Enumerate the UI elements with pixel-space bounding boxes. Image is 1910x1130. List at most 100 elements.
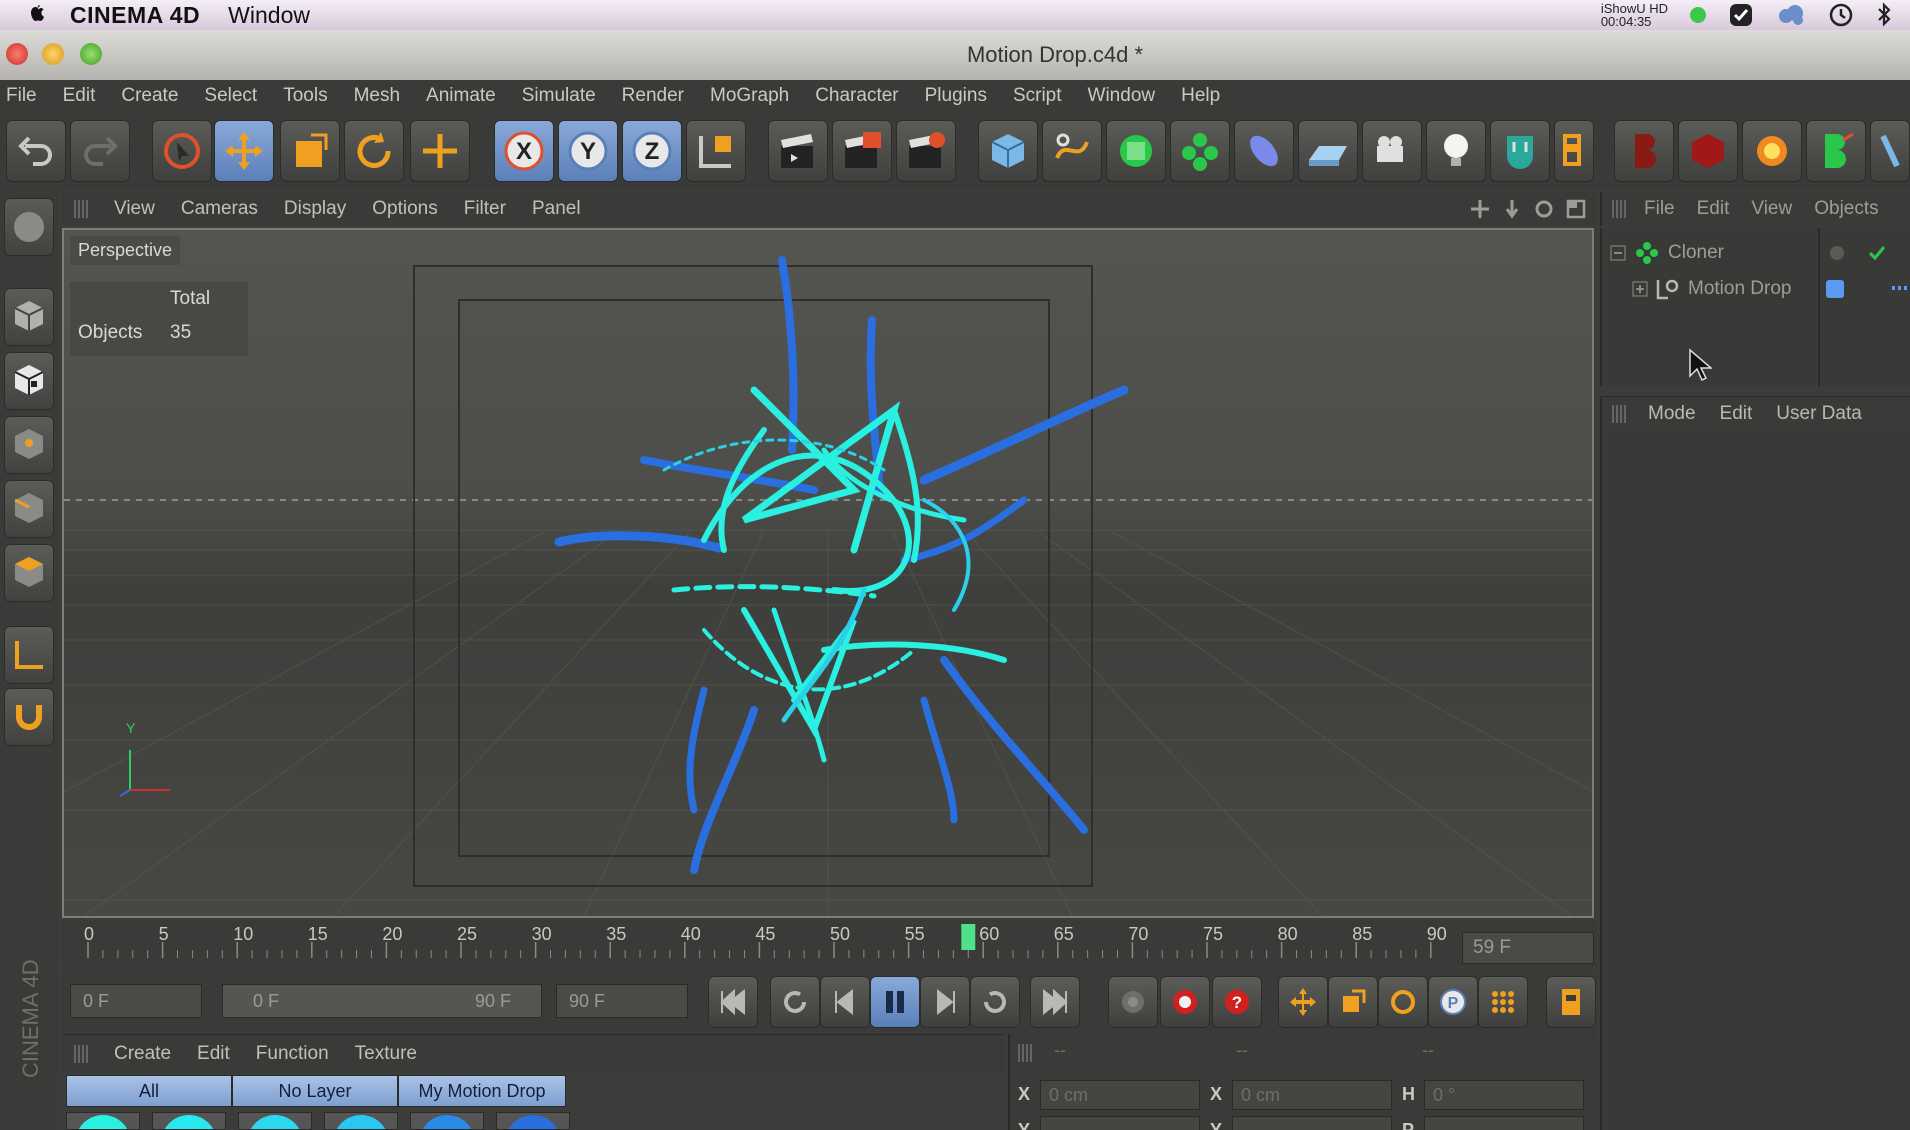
position-key-button[interactable]: [1278, 976, 1328, 1028]
coord-rot-h-field[interactable]: 0 °: [1424, 1080, 1584, 1110]
menu-simulate[interactable]: Simulate: [522, 85, 596, 107]
material-menu-texture[interactable]: Texture: [355, 1043, 417, 1065]
z-axis-lock-button[interactable]: Z: [622, 120, 682, 182]
om-menu-objects[interactable]: Objects: [1814, 198, 1878, 220]
menu-select[interactable]: Select: [204, 85, 257, 107]
menu-file[interactable]: File: [6, 85, 37, 107]
evernote-icon[interactable]: [1728, 2, 1754, 28]
next-frame-button[interactable]: [920, 976, 970, 1028]
menu-plugins[interactable]: Plugins: [925, 85, 987, 107]
time-machine-icon[interactable]: [1828, 2, 1854, 28]
om-menu-edit[interactable]: Edit: [1697, 198, 1730, 220]
material-menu-edit[interactable]: Edit: [197, 1043, 230, 1065]
go-to-start-button[interactable]: [708, 976, 758, 1028]
generator-button[interactable]: [1106, 120, 1166, 182]
x-axis-lock-button[interactable]: X: [494, 120, 554, 182]
viewport-menu-view[interactable]: View: [114, 198, 155, 220]
timeline-playhead[interactable]: [961, 924, 976, 950]
frame-range-slider[interactable]: 0 F 90 F: [222, 984, 542, 1018]
prev-key-button[interactable]: [770, 976, 820, 1028]
plugin-explosion-button[interactable]: [1742, 120, 1802, 182]
layer-tab-all[interactable]: All: [66, 1075, 232, 1107]
material-swatch[interactable]: [410, 1112, 484, 1130]
visibility-dot-icon[interactable]: [1830, 246, 1844, 260]
current-frame-field[interactable]: 59 F: [1462, 932, 1594, 964]
om-menu-file[interactable]: File: [1644, 198, 1675, 220]
viewport-menu-filter[interactable]: Filter: [464, 198, 506, 220]
floor-object-button[interactable]: [1298, 120, 1358, 182]
plugin-cube-button[interactable]: [1678, 120, 1738, 182]
viewport-menu-panel[interactable]: Panel: [532, 198, 581, 220]
coord-pos-y-field[interactable]: [1040, 1116, 1200, 1130]
material-swatch[interactable]: [238, 1112, 312, 1130]
snap-button[interactable]: [4, 688, 54, 746]
attribute-grip-icon[interactable]: [1612, 404, 1626, 423]
material-grip-icon[interactable]: [74, 1044, 88, 1063]
bluetooth-icon[interactable]: [1876, 2, 1892, 28]
layer-color-swatch[interactable]: [1826, 280, 1844, 298]
object-row-cloner[interactable]: Cloner: [1602, 236, 1910, 270]
cube-object-button[interactable]: [978, 120, 1038, 182]
enabled-check-icon[interactable]: [1868, 244, 1886, 262]
viewport-menu-display[interactable]: Display: [284, 198, 346, 220]
tag-button[interactable]: [1554, 120, 1594, 182]
point-mode-button[interactable]: [4, 416, 54, 474]
scale-key-button[interactable]: [1328, 976, 1378, 1028]
camera-button[interactable]: [1362, 120, 1422, 182]
mograph-cloner-button[interactable]: [1170, 120, 1230, 182]
coord-pos-x-field[interactable]: 0 cm: [1040, 1080, 1200, 1110]
material-menu-function[interactable]: Function: [256, 1043, 329, 1065]
viewport-grip-icon[interactable]: [74, 200, 88, 218]
status-dot-icon[interactable]: [1690, 7, 1706, 23]
menu-edit[interactable]: Edit: [63, 85, 96, 107]
viewport-pan-icon[interactable]: [1469, 198, 1491, 220]
coordinate-system-button[interactable]: [686, 120, 746, 182]
object-mode-button[interactable]: [4, 288, 54, 346]
sky-object-button[interactable]: [1490, 120, 1550, 182]
material-swatch[interactable]: [66, 1112, 140, 1130]
end-frame-field[interactable]: 90 F: [556, 984, 688, 1018]
axis-mode-button[interactable]: [4, 626, 54, 684]
redo-button[interactable]: [70, 120, 130, 182]
om-menu-view[interactable]: View: [1751, 198, 1792, 220]
menu-animate[interactable]: Animate: [426, 85, 496, 107]
point-level-key-button[interactable]: [1478, 976, 1528, 1028]
cloud-sync-icon[interactable]: [1776, 2, 1806, 28]
render-settings-button[interactable]: [896, 120, 956, 182]
polygon-mode-button[interactable]: [4, 544, 54, 602]
next-key-button[interactable]: [970, 976, 1020, 1028]
light-button[interactable]: [1426, 120, 1486, 182]
texture-mode-button[interactable]: [4, 352, 54, 410]
material-swatch[interactable]: [152, 1112, 226, 1130]
plugin-b-button[interactable]: [1614, 120, 1674, 182]
viewport-zoom-icon[interactable]: [1501, 198, 1523, 220]
pause-button[interactable]: [870, 976, 920, 1028]
deformer-button[interactable]: [1234, 120, 1294, 182]
object-manager-grip-icon[interactable]: [1612, 200, 1626, 218]
rotate-tool-button[interactable]: [344, 120, 404, 182]
timeline-layout-button[interactable]: [1546, 976, 1596, 1028]
undo-button[interactable]: [6, 120, 66, 182]
parameter-key-button[interactable]: P: [1428, 976, 1478, 1028]
layer-tab-my-motion-drop[interactable]: My Motion Drop: [398, 1075, 566, 1107]
plugin-more-button[interactable]: [1870, 120, 1910, 182]
scale-tool-button[interactable]: [280, 120, 340, 182]
menu-create[interactable]: Create: [121, 85, 178, 107]
viewport-menu-options[interactable]: Options: [372, 198, 437, 220]
viewport-maximize-icon[interactable]: [1565, 198, 1587, 220]
coord-rot-p-field[interactable]: [1424, 1116, 1584, 1130]
menu-script[interactable]: Script: [1013, 85, 1062, 107]
object-row-motion-drop[interactable]: Motion Drop: [1602, 272, 1910, 306]
attr-menu-user-data[interactable]: User Data: [1776, 403, 1862, 425]
menu-mesh[interactable]: Mesh: [354, 85, 400, 107]
collapse-icon[interactable]: [1610, 245, 1626, 261]
apple-icon[interactable]: [26, 4, 48, 26]
live-selection-button[interactable]: [152, 120, 212, 182]
plugin-b-green-button[interactable]: [1806, 120, 1866, 182]
material-swatch[interactable]: [496, 1112, 570, 1130]
menu-character[interactable]: Character: [815, 85, 898, 107]
attr-menu-mode[interactable]: Mode: [1648, 403, 1696, 425]
material-menu-create[interactable]: Create: [114, 1043, 171, 1065]
menu-tools[interactable]: Tools: [283, 85, 327, 107]
autokeying-button[interactable]: [1160, 976, 1210, 1028]
